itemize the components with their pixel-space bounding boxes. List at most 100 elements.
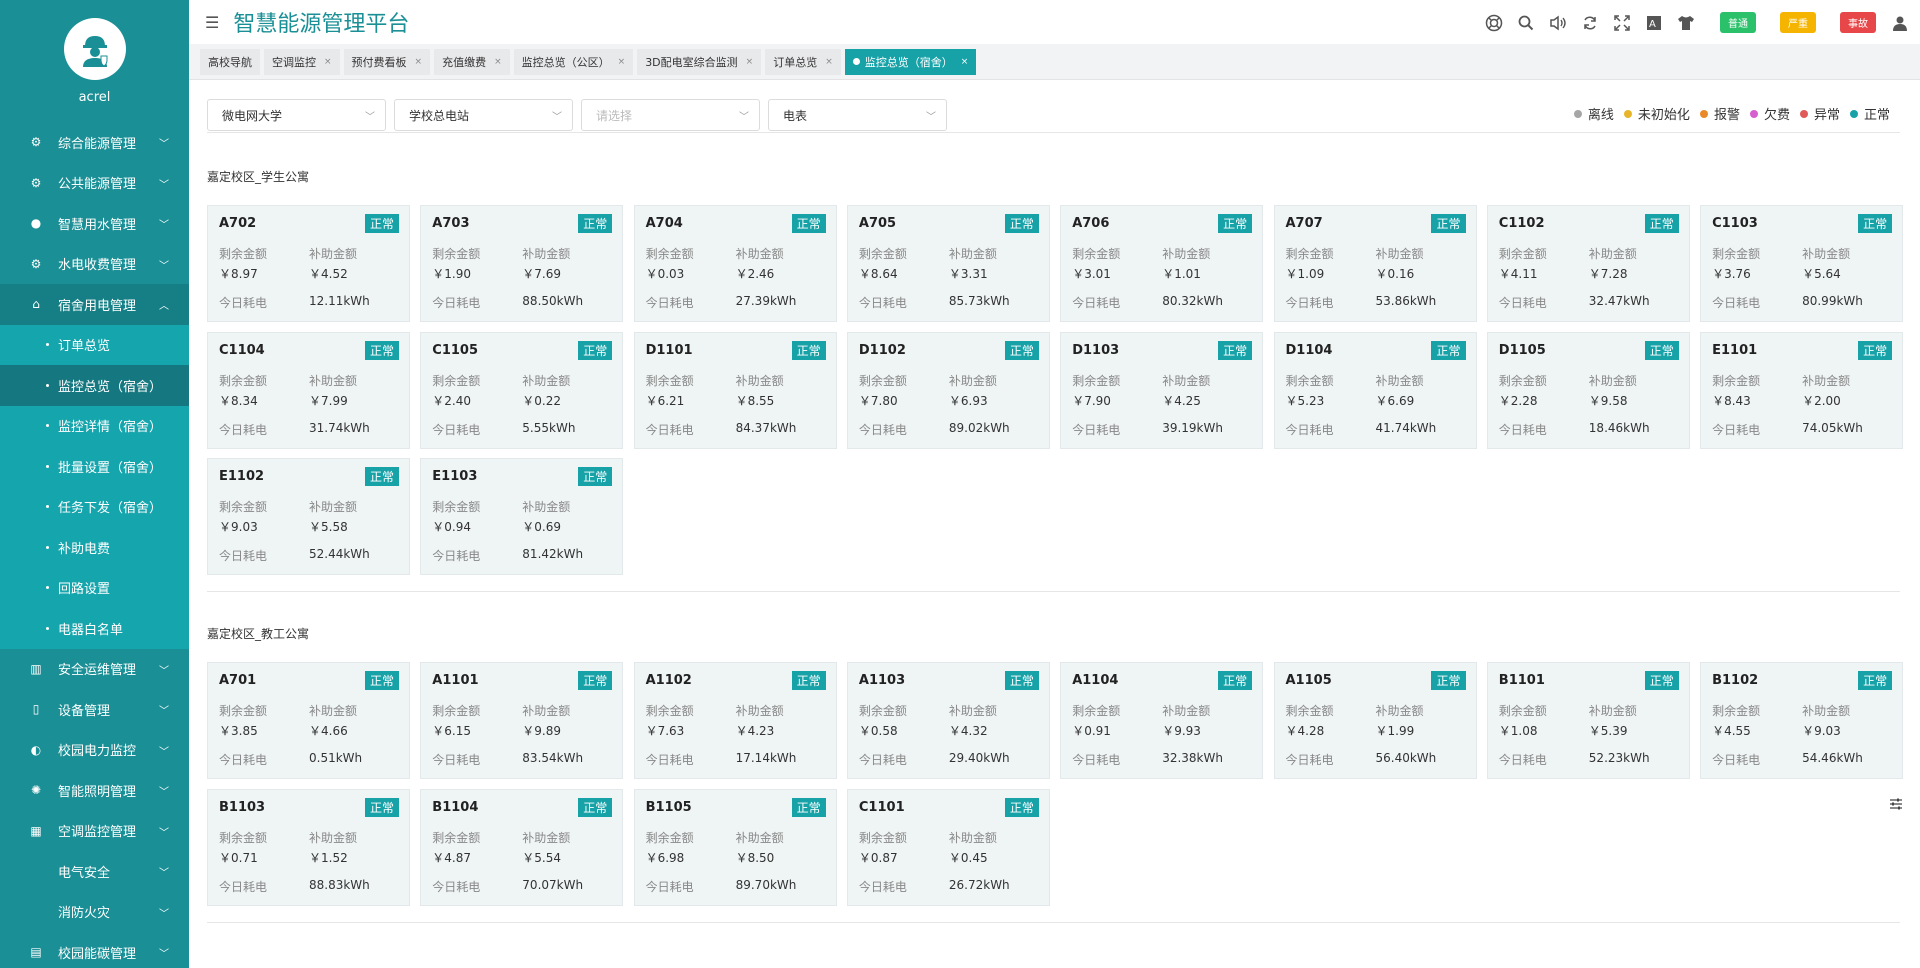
sidebar-menu-water-drop[interactable]: ● 智慧用水管理 ﹀ [0, 203, 189, 244]
room-card[interactable]: D1101 正常 剩余金额 补助金额 ￥6.21 ￥8.55 今日耗电 84.37kWh [633, 331, 837, 449]
room-card[interactable]: C1105 正常 剩余金额 补助金额 ￥2.40 ￥0.22 今日耗电 5.55kWh [420, 331, 624, 449]
alarm-level-badge-1[interactable]: 严重 [1780, 12, 1816, 33]
legend-item[interactable]: 报警 [1699, 104, 1740, 123]
tab-4[interactable]: 监控总览（公区） × [513, 48, 634, 75]
tab-0[interactable]: 高校导航 [200, 48, 260, 75]
close-icon[interactable]: × [825, 57, 833, 67]
sidebar-subitem-5[interactable]: 补助电费 [0, 527, 189, 568]
sidebar-plain-sub-1[interactable]: 消防火灾 ﹀ [0, 892, 189, 933]
chevron-down-icon: ﹀ [365, 112, 375, 123]
tab-1[interactable]: 空调监控 × [264, 48, 340, 75]
legend-item[interactable]: 异常 [1799, 104, 1840, 123]
close-icon[interactable]: × [415, 57, 423, 67]
sidebar-menu-energy[interactable]: ⚙ 综合能源管理 ﹀ [0, 122, 189, 163]
close-icon[interactable]: × [324, 57, 332, 67]
tab-3[interactable]: 充值缴费 × [434, 48, 510, 75]
filter-select-0[interactable]: 微电网大学 ﹀ [207, 99, 386, 131]
search-icon[interactable] [1516, 13, 1536, 33]
room-card[interactable]: A706 正常 剩余金额 补助金额 ￥3.01 ￥1.01 今日耗电 80.32kWh [1060, 205, 1264, 322]
sidebar-subitem-4[interactable]: 任务下发（宿舍） [0, 486, 189, 527]
sidebar-menu-carbon[interactable]: ▤ 校园能碳管理 ﹀ [0, 932, 189, 968]
room-card[interactable]: E1101 正常 剩余金额 补助金额 ￥8.43 ￥2.00 今日耗电 74.05kWh [1700, 331, 1904, 449]
tab-5[interactable]: 3D配电室综合监测 × [637, 48, 762, 75]
today-value: 41.74kWh [1375, 420, 1437, 435]
room-card[interactable]: C1104 正常 剩余金额 补助金额 ￥8.34 ￥7.99 今日耗电 31.74kWh [207, 331, 410, 449]
room-card[interactable]: B1101 正常 剩余金额 补助金额 ￥1.08 ￥5.39 今日耗电 52.23kWh [1486, 662, 1690, 779]
theme-shirt-icon[interactable] [1676, 13, 1696, 33]
room-card[interactable]: B1105 正常 剩余金额 补助金额 ￥6.98 ￥8.50 今日耗电 89.70kWh [633, 788, 837, 906]
sidebar-subitem-1[interactable]: 监控总览（宿舍） [0, 365, 189, 406]
tab-6[interactable]: 订单总览 × [765, 48, 841, 75]
alarm-level-badge-2[interactable]: 事故 [1840, 12, 1876, 33]
fullscreen-icon[interactable] [1612, 13, 1632, 33]
room-card[interactable]: A1103 正常 剩余金额 补助金额 ￥0.58 ￥4.32 今日耗电 29.40kWh [846, 662, 1050, 779]
status-badge: 正常 [1004, 214, 1039, 233]
sidebar-menu-power-monitor[interactable]: ◐ 校园电力监控 ﹀ [0, 730, 189, 771]
room-card[interactable]: A1104 正常 剩余金额 补助金额 ￥0.91 ￥9.93 今日耗电 32.38kWh [1060, 662, 1264, 779]
room-card[interactable]: E1103 正常 剩余金额 补助金额 ￥0.94 ￥0.69 今日耗电 81.42kWh [420, 458, 624, 575]
sidebar-menu-public-energy[interactable]: ⚙ 公共能源管理 ﹀ [0, 163, 189, 204]
room-card[interactable]: A1105 正常 剩余金额 补助金额 ￥4.28 ￥1.99 今日耗电 56.40kWh [1273, 662, 1477, 779]
room-card[interactable]: C1102 正常 剩余金额 补助金额 ￥4.11 ￥7.28 今日耗电 32.47kWh [1486, 205, 1690, 322]
refresh-icon[interactable] [1580, 13, 1600, 33]
room-card[interactable]: D1102 正常 剩余金额 补助金额 ￥7.80 ￥6.93 今日耗电 89.02kWh [846, 331, 1050, 449]
tab-2[interactable]: 预付费看板 × [343, 48, 431, 75]
today-value: 88.83kWh [309, 877, 370, 892]
help-lifebuoy-icon[interactable] [1484, 13, 1504, 33]
avatar[interactable] [63, 18, 126, 80]
room-card[interactable]: A1101 正常 剩余金额 补助金额 ￥6.15 ￥9.89 今日耗电 83.54kWh [420, 662, 624, 779]
user-icon[interactable] [1890, 13, 1910, 33]
legend-item[interactable]: 离线 [1573, 104, 1614, 123]
speaker-icon[interactable] [1548, 13, 1568, 33]
room-card[interactable]: E1102 正常 剩余金额 补助金额 ￥9.03 ￥5.58 今日耗电 52.44kWh [207, 458, 410, 575]
alarm-level-badge-0[interactable]: 普通 [1720, 12, 1756, 33]
close-icon[interactable]: × [618, 57, 626, 67]
room-card[interactable]: A704 正常 剩余金额 补助金额 ￥0.03 ￥2.46 今日耗电 27.39kWh [633, 205, 837, 322]
sidebar-menu-device[interactable]: ▯ 设备管理 ﹀ [0, 689, 189, 730]
legend-item[interactable]: 未初始化 [1623, 104, 1690, 123]
room-card[interactable]: A701 正常 剩余金额 补助金额 ￥3.85 ￥4.66 今日耗电 0.51kWh [207, 662, 410, 779]
chevron-down-icon: ﹀ [159, 220, 169, 231]
sidebar-plain-sub-0[interactable]: 电气安全 ﹀ [0, 851, 189, 892]
room-card[interactable]: B1103 正常 剩余金额 补助金额 ￥0.71 ￥1.52 今日耗电 88.83kWh [207, 788, 410, 906]
filter-select-2[interactable]: 请选择 ﹀ [581, 99, 760, 131]
room-card[interactable]: A707 正常 剩余金额 补助金额 ￥1.09 ￥0.16 今日耗电 53.86kWh [1273, 205, 1477, 322]
sidebar-menu-billing[interactable]: ⚙ 水电收费管理 ﹀ [0, 244, 189, 285]
filter-select-3[interactable]: 电表 ﹀ [768, 99, 947, 131]
sidebar-subitem-3[interactable]: 批量设置（宿舍） [0, 446, 189, 487]
status-badge: 正常 [1644, 340, 1679, 360]
room-card[interactable]: A1102 正常 剩余金额 补助金额 ￥7.63 ￥4.23 今日耗电 17.14kWh [633, 662, 837, 779]
room-card[interactable]: D1103 正常 剩余金额 补助金额 ￥7.90 ￥4.25 今日耗电 39.19kWh [1060, 331, 1264, 449]
sidebar-menu-ops[interactable]: ▥ 安全运维管理 ﹀ [0, 649, 189, 690]
room-card[interactable]: C1101 正常 剩余金额 补助金额 ￥0.87 ￥0.45 今日耗电 26.72kWh [846, 788, 1050, 906]
room-card[interactable]: A705 正常 剩余金额 补助金额 ￥8.64 ￥3.31 今日耗电 85.73kWh [846, 205, 1050, 322]
sidebar-subitem-0[interactable]: 订单总览 [0, 324, 189, 365]
sidebar-menu-lighting[interactable]: ✺ 智能照明管理 ﹀ [0, 770, 189, 811]
sidebar-menu-dorm-power[interactable]: ⌂ 宿舍用电管理 ︿ [0, 284, 189, 325]
room-card[interactable]: A702 正常 剩余金额 补助金额 ￥8.97 ￥4.52 今日耗电 12.11kWh [207, 205, 410, 322]
font-size-icon[interactable]: A [1644, 13, 1664, 33]
close-icon[interactable]: × [746, 57, 754, 67]
legend-item[interactable]: 正常 [1849, 104, 1890, 123]
room-card[interactable]: A703 正常 剩余金额 补助金额 ￥1.90 ￥7.69 今日耗电 88.50kWh [420, 205, 624, 322]
menu-toggle-icon[interactable]: ☰ [205, 13, 219, 32]
tab-7[interactable]: 监控总览（宿舍） × [844, 48, 977, 75]
room-card[interactable]: B1102 正常 剩余金额 补助金额 ￥4.55 ￥9.03 今日耗电 54.46kWh [1700, 662, 1904, 779]
legend-dot [1799, 109, 1808, 118]
room-card[interactable]: D1104 正常 剩余金额 补助金额 ￥5.23 ￥6.69 今日耗电 41.74kWh [1273, 331, 1477, 449]
close-icon[interactable]: × [494, 57, 502, 67]
room-card[interactable]: D1105 正常 剩余金额 补助金额 ￥2.28 ￥9.58 今日耗电 18.46kWh [1486, 331, 1690, 449]
sidebar-subitem-6[interactable]: 回路设置 [0, 567, 189, 608]
close-icon[interactable]: × [961, 57, 969, 67]
room-card[interactable]: B1104 正常 剩余金额 补助金额 ￥4.87 ￥5.54 今日耗电 70.07kWh [420, 788, 624, 906]
today-value: 80.32kWh [1162, 294, 1223, 308]
legend-item[interactable]: 欠费 [1749, 104, 1790, 123]
today-value: 39.19kWh [1162, 420, 1223, 435]
sidebar-menu-ac[interactable]: ▦ 空调监控管理 ﹀ [0, 811, 189, 852]
sidebar-subitem-7[interactable]: 电器白名单 [0, 608, 189, 649]
room-card[interactable]: C1103 正常 剩余金额 补助金额 ￥3.76 ￥5.64 今日耗电 80.99kWh [1700, 205, 1904, 322]
filter-select-1[interactable]: 学校总电站 ﹀ [394, 99, 573, 131]
remaining-label: 剩余金额 [1712, 373, 1761, 388]
filter-settings-icon[interactable] [1889, 797, 1903, 815]
sidebar-subitem-2[interactable]: 监控详情（宿舍） [0, 405, 189, 446]
